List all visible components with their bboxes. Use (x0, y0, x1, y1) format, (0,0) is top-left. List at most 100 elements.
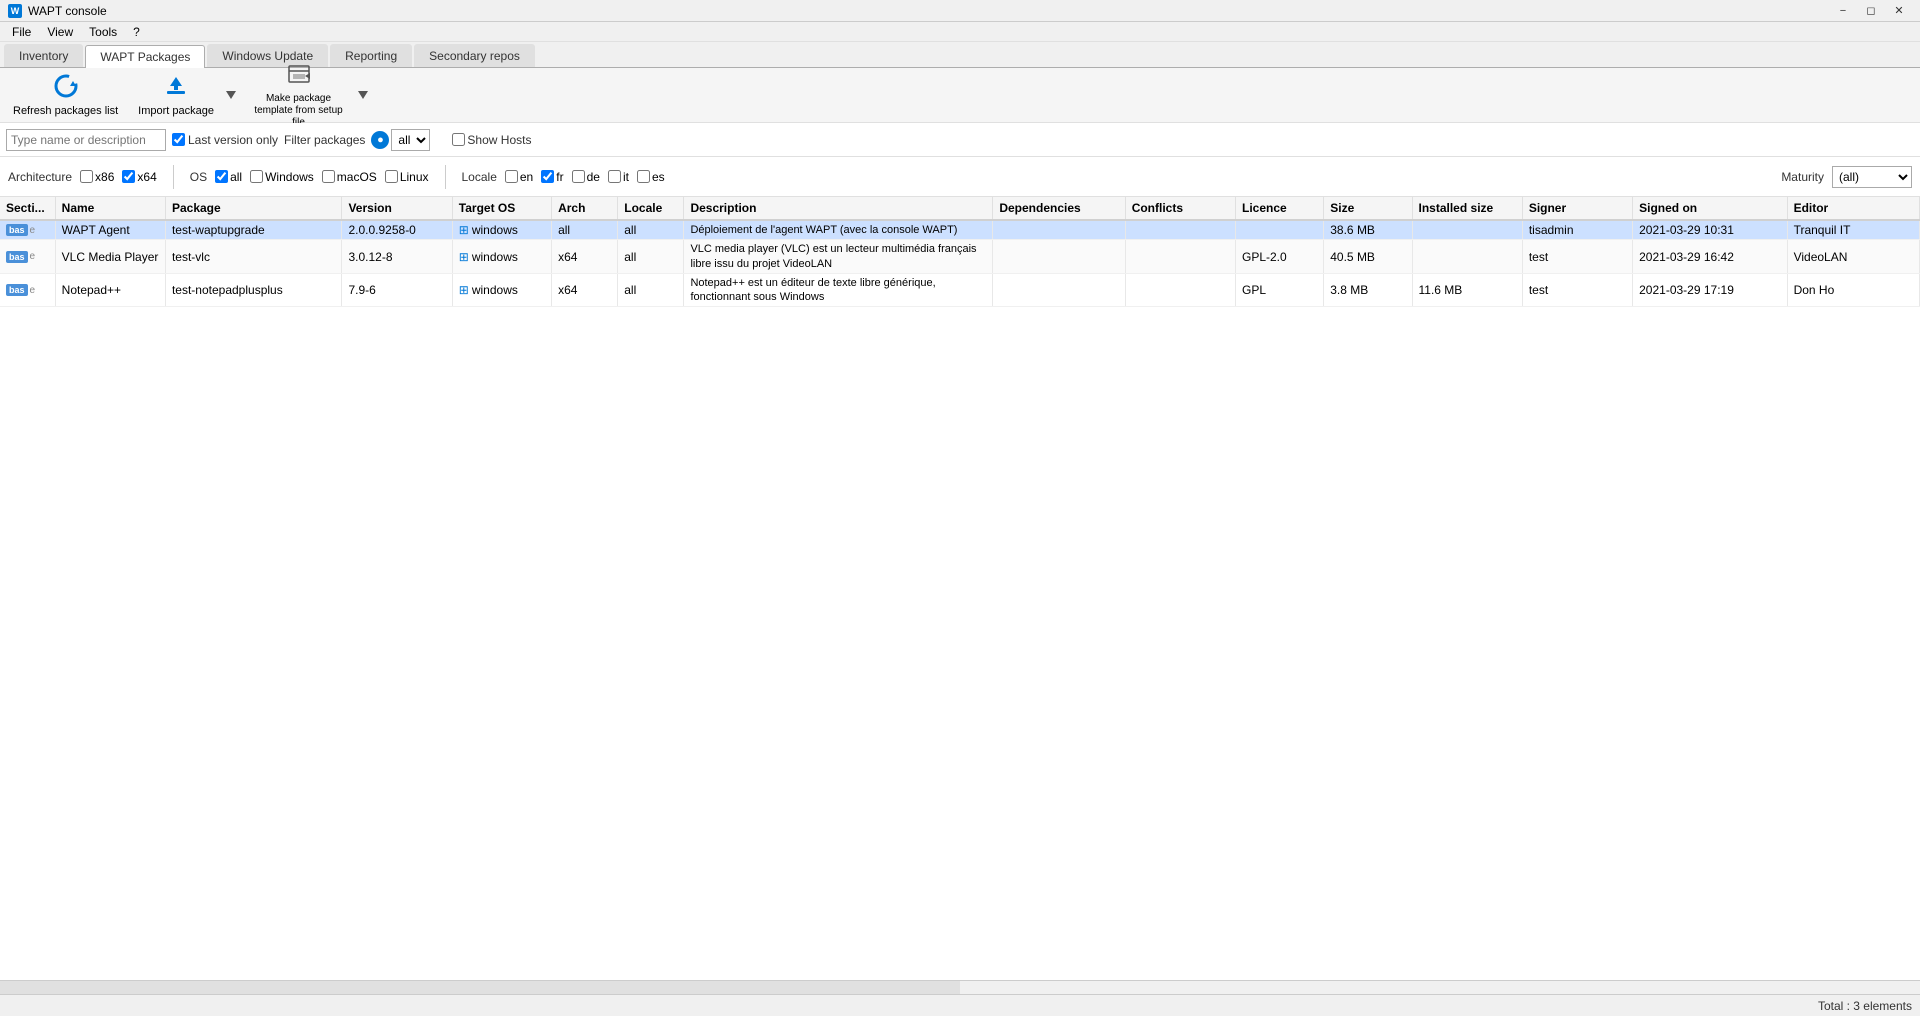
separator-2 (445, 165, 446, 189)
cell-conflicts (1125, 240, 1235, 274)
cell-package: test-vlc (165, 240, 342, 274)
tab-wapt-packages[interactable]: WAPT Packages (85, 45, 205, 68)
cell-size: 3.8 MB (1324, 273, 1412, 307)
make-package-button[interactable]: Make package template from setup file (242, 70, 355, 120)
locale-en-checkbox[interactable] (505, 170, 518, 183)
cell-targetos: ⊞ windows (452, 273, 551, 307)
architecture-group: Architecture x86 x64 (8, 170, 157, 184)
locale-es-checkbox[interactable] (637, 170, 650, 183)
filter-packages-select[interactable]: all (391, 129, 430, 151)
separator-1 (173, 165, 174, 189)
cell-dependencies (993, 240, 1125, 274)
import-package-button[interactable]: Import package (129, 70, 223, 120)
os-macos-checkbox[interactable] (322, 170, 335, 183)
tab-reporting[interactable]: Reporting (330, 44, 412, 67)
locale-fr-checkbox[interactable] (541, 170, 554, 183)
cell-arch: x64 (552, 240, 618, 274)
os-all-checkbox[interactable] (215, 170, 228, 183)
col-version[interactable]: Version (342, 197, 452, 220)
arch-x86-checkbox[interactable] (80, 170, 93, 183)
menu-file[interactable]: File (4, 23, 39, 41)
cell-signer: test (1522, 240, 1632, 274)
maturity-select[interactable]: (all) PROD BETA (1832, 166, 1912, 188)
make-icon (286, 61, 312, 91)
refresh-packages-button[interactable]: Refresh packages list (4, 70, 127, 120)
cell-installed-size: 11.6 MB (1412, 273, 1522, 307)
search-input[interactable] (6, 129, 166, 151)
horizontal-scrollbar[interactable] (0, 980, 1920, 994)
maturity-group: Maturity (all) PROD BETA (1781, 166, 1912, 188)
cell-installed-size (1412, 220, 1522, 240)
col-conflicts[interactable]: Conflicts (1125, 197, 1235, 220)
cell-signed-on: 2021-03-29 16:42 (1633, 240, 1787, 274)
os-windows-label: Windows (265, 170, 314, 184)
status-bar: Total : 3 elements (0, 994, 1920, 1016)
col-locale[interactable]: Locale (618, 197, 684, 220)
locale-fr-item: fr (541, 170, 563, 184)
tab-inventory[interactable]: Inventory (4, 44, 83, 67)
locale-it-label: it (623, 170, 629, 184)
col-signer[interactable]: Signer (1522, 197, 1632, 220)
table-row[interactable]: bas e Notepad++test-notepadplusplus7.9-6… (0, 273, 1920, 307)
cell-locale: all (618, 273, 684, 307)
col-licence[interactable]: Licence (1236, 197, 1324, 220)
menu-help[interactable]: ? (125, 23, 148, 41)
arch-x64-label: x64 (137, 170, 156, 184)
col-arch[interactable]: Arch (552, 197, 618, 220)
table-row[interactable]: bas e WAPT Agenttest-waptupgrade2.0.0.92… (0, 220, 1920, 240)
tab-secondary-repos[interactable]: Secondary repos (414, 44, 535, 67)
col-package[interactable]: Package (165, 197, 342, 220)
import-icon (163, 73, 189, 103)
os-linux-checkbox[interactable] (385, 170, 398, 183)
locale-en-item: en (505, 170, 533, 184)
col-description[interactable]: Description (684, 197, 993, 220)
locale-items: en fr de it es (505, 170, 665, 184)
close-button[interactable]: ✕ (1886, 2, 1912, 20)
col-targetos[interactable]: Target OS (452, 197, 551, 220)
window-controls: − ◻ ✕ (1830, 2, 1912, 20)
minimize-button[interactable]: − (1830, 2, 1856, 20)
filter-bar: Last version only Filter packages ● all … (0, 123, 1920, 157)
refresh-icon (53, 73, 79, 103)
col-name[interactable]: Name (55, 197, 165, 220)
cell-arch: x64 (552, 273, 618, 307)
cell-locale: all (618, 240, 684, 274)
menu-tools[interactable]: Tools (81, 23, 125, 41)
cell-name: VLC Media Player (55, 240, 165, 274)
os-windows-checkbox[interactable] (250, 170, 263, 183)
status-text: Total : 3 elements (1818, 999, 1912, 1013)
col-signed-on[interactable]: Signed on (1633, 197, 1787, 220)
restore-button[interactable]: ◻ (1858, 2, 1884, 20)
cell-editor: Don Ho (1787, 273, 1919, 307)
col-section[interactable]: Secti... (0, 197, 55, 220)
locale-group: Locale en fr de it es (462, 170, 665, 184)
col-editor[interactable]: Editor (1787, 197, 1919, 220)
locale-es-item: es (637, 170, 665, 184)
col-installed-size[interactable]: Installed size (1412, 197, 1522, 220)
col-size[interactable]: Size (1324, 197, 1412, 220)
arch-x86-item: x86 (80, 170, 114, 184)
packages-table-container: Secti... Name Package Version Target OS … (0, 197, 1920, 980)
menu-bar: File View Tools ? (0, 22, 1920, 42)
locale-en-label: en (520, 170, 533, 184)
last-version-checkbox[interactable] (172, 133, 185, 146)
col-dependencies[interactable]: Dependencies (993, 197, 1125, 220)
make-package-group: Make package template from setup file (242, 70, 372, 120)
arch-x64-checkbox[interactable] (122, 170, 135, 183)
maturity-label: Maturity (1781, 170, 1824, 184)
locale-de-checkbox[interactable] (572, 170, 585, 183)
last-version-checkbox-group: Last version only (172, 133, 278, 147)
cell-description: Déploiement de l'agent WAPT (avec la con… (684, 220, 993, 240)
show-hosts-checkbox[interactable] (452, 133, 465, 146)
os-all-item: all (215, 170, 242, 184)
arch-bar: Architecture x86 x64 OS all Windows (0, 157, 1920, 197)
cell-section: bas e (0, 240, 55, 274)
menu-view[interactable]: View (39, 23, 81, 41)
os-macos-label: macOS (337, 170, 377, 184)
locale-it-checkbox[interactable] (608, 170, 621, 183)
import-dropdown-arrow[interactable] (223, 70, 240, 120)
os-group: OS all Windows macOS Linux (190, 170, 429, 184)
table-header-row: Secti... Name Package Version Target OS … (0, 197, 1920, 220)
table-row[interactable]: bas e VLC Media Playertest-vlc3.0.12-8 ⊞… (0, 240, 1920, 274)
make-dropdown-arrow[interactable] (355, 70, 372, 120)
